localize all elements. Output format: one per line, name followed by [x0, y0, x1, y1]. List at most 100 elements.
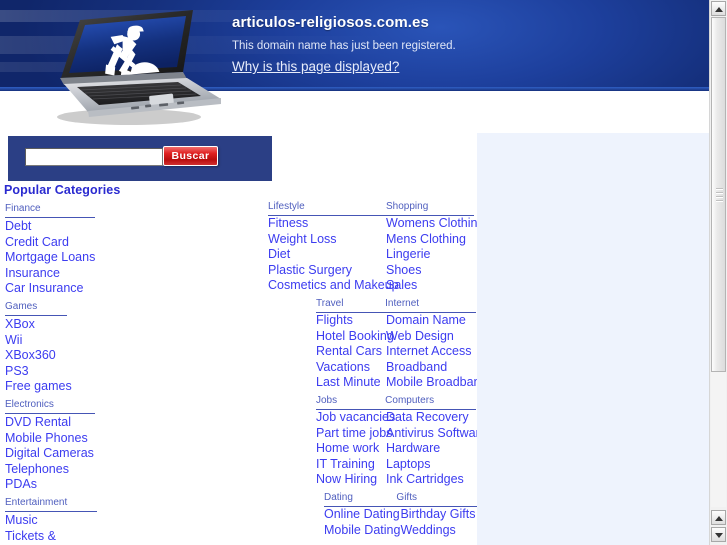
scroll-down-button[interactable] [711, 527, 726, 542]
category-link[interactable]: Mobile Dating [324, 523, 400, 539]
category-heading: Electronics [5, 398, 54, 410]
category-heading: Entertainment [5, 496, 68, 508]
category-divider [5, 510, 97, 512]
page-title: Popular Categories [4, 183, 121, 197]
category-column: Data Recovery Antivirus Software Hardware L… [386, 410, 487, 488]
category-block-electronics: Electronics DVD Rental Mobile Phones Digita… [5, 399, 100, 493]
category-link[interactable]: Sales [386, 278, 480, 294]
category-link[interactable]: XBox [5, 317, 100, 333]
category-link[interactable]: Hotel Booking [316, 329, 394, 345]
category-heading: Dating [324, 491, 353, 503]
category-link[interactable]: Credit Card [5, 235, 100, 251]
category-heading: Computers [385, 394, 435, 406]
category-link-row: Online Dating Mobile Dating Birthday Gifts… [324, 507, 480, 538]
category-column: Birthday Gifts Weddings [400, 507, 480, 538]
category-heading: Finance [5, 203, 41, 214]
category-link[interactable]: Car Insurance [5, 281, 100, 297]
scroll-up-button-top[interactable] [711, 1, 726, 16]
category-link[interactable]: Weddings [400, 523, 480, 539]
category-link[interactable]: Domain Name [386, 313, 482, 329]
category-link[interactable]: Mobile Phones [5, 431, 100, 447]
category-link[interactable]: Debt [5, 219, 100, 235]
category-link[interactable]: Broadband [386, 360, 482, 376]
category-link-row: Fitness Weight Loss Diet Plastic Surgery Cos… [268, 216, 484, 294]
category-link[interactable]: Antivirus Software [386, 426, 487, 442]
category-column: Online Dating Mobile Dating [324, 507, 400, 538]
category-link[interactable]: Job vacancies [316, 410, 395, 426]
left-category-column: Finance Debt Credit Card Mortgage Loans Insu… [5, 203, 100, 545]
vertical-scrollbar[interactable] [709, 0, 727, 545]
category-link[interactable]: Free games [5, 379, 100, 395]
why-is-this-page-displayed-link[interactable]: Why is this page displayed? [232, 59, 399, 74]
category-link[interactable]: Music [5, 513, 100, 529]
category-block-travel: Travel Internet Flights Hotel Booking Rental… [316, 298, 487, 391]
category-heading-row: Jobs Computers [316, 395, 480, 409]
category-column: Domain Name Web Design Internet Access Broa… [386, 313, 487, 391]
search-input[interactable] [25, 148, 163, 166]
category-divider [5, 314, 67, 316]
scroll-up-button[interactable] [711, 510, 726, 525]
category-heading-row: Travel Internet [316, 298, 480, 312]
category-link[interactable]: Digital Cameras [5, 446, 100, 462]
category-heading: Gifts [396, 491, 417, 503]
category-link[interactable]: Telephones [5, 462, 100, 478]
category-link[interactable]: DVD Rental [5, 415, 100, 431]
right-ad-panel [477, 133, 710, 545]
category-link[interactable]: Internet Access [386, 344, 482, 360]
category-link[interactable]: IT Training [316, 457, 386, 473]
category-link[interactable]: Hardware [386, 441, 482, 457]
category-heading: Lifestyle [268, 201, 305, 212]
category-link[interactable]: Cosmetics and Makeup [268, 278, 399, 294]
category-block-finance: Finance Debt Credit Card Mortgage Loans Insu… [5, 203, 100, 297]
category-heading-row: Lifestyle Shopping [268, 201, 480, 215]
category-link[interactable]: Rental Cars [316, 344, 386, 360]
category-divider [5, 412, 95, 414]
category-link[interactable]: Birthday Gifts [400, 507, 480, 523]
category-link[interactable]: Shoes [386, 263, 480, 279]
category-heading-row: Dating Gifts [324, 492, 480, 506]
category-heading: Games [5, 300, 38, 312]
search-panel: Buscar [8, 136, 272, 181]
category-link[interactable]: Mortgage Loans [5, 250, 100, 266]
category-link[interactable]: Now Hiring [316, 472, 386, 488]
category-link[interactable]: Diet [268, 247, 386, 263]
scrollbar-thumb[interactable] [711, 17, 726, 372]
category-link[interactable]: Ink Cartridges [386, 472, 482, 488]
category-link[interactable]: Part time jobs [316, 426, 392, 442]
category-link[interactable]: Last Minute [316, 375, 386, 391]
category-link[interactable]: XBox360 [5, 348, 100, 364]
chevron-up-icon [715, 7, 723, 12]
category-link[interactable]: Plastic Surgery [268, 263, 386, 279]
category-column: Job vacancies Part time jobs Home work IT T… [316, 410, 395, 488]
category-heading: Jobs [316, 394, 338, 406]
category-heading: Internet [385, 297, 420, 309]
category-link[interactable]: PS3 [5, 364, 100, 380]
category-link[interactable]: Online Dating [324, 507, 400, 523]
category-link[interactable]: PDAs [5, 477, 100, 493]
category-block-games: Games XBox Wii XBox360 PS3 Free games [5, 301, 100, 395]
browser-page: articulos-religiosos.com.es This domain … [0, 0, 727, 545]
category-link[interactable]: Weight Loss [268, 232, 386, 248]
category-link[interactable]: Insurance [5, 266, 100, 282]
category-block-jobs: Jobs Computers Job vacancies Part time jobs… [316, 395, 487, 488]
category-link[interactable]: Mobile Broadband [386, 375, 487, 391]
category-link[interactable]: Lingerie [386, 247, 480, 263]
category-link[interactable]: Tickets & [5, 529, 100, 545]
category-column: Fitness Weight Loss Diet Plastic Surgery Cos… [268, 216, 399, 294]
search-button[interactable]: Buscar [163, 146, 218, 166]
scrollbar-grip-icon [716, 187, 723, 202]
domain-name: articulos-religiosos.com.es [232, 14, 429, 31]
category-link[interactable]: Laptops [386, 457, 482, 473]
category-link[interactable]: Vacations [316, 360, 386, 376]
category-link[interactable]: Mens Clothing [386, 232, 480, 248]
category-heading: Travel [316, 297, 344, 309]
category-link[interactable]: Wii [5, 333, 100, 349]
category-link[interactable]: Womens Clothing [386, 216, 484, 232]
category-link[interactable]: Home work [316, 441, 386, 457]
category-link[interactable]: Fitness [268, 216, 386, 232]
category-link[interactable]: Data Recovery [386, 410, 482, 426]
category-link[interactable]: Web Design [386, 329, 482, 345]
banner-text-block: articulos-religiosos.com.es This domain … [232, 14, 662, 76]
category-link[interactable]: Flights [316, 313, 386, 329]
category-column: Womens Clothing Mens Clothing Lingerie Shoe… [386, 216, 484, 294]
